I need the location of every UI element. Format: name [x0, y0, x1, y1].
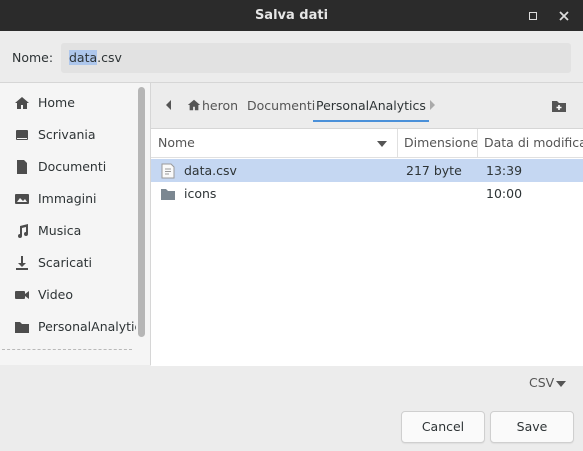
path-bar: heron Documenti PersonalAnalytics: [151, 83, 583, 128]
file-name: icons: [184, 186, 217, 201]
column-header-size[interactable]: Dimensione: [404, 129, 478, 157]
folder-icon: [161, 189, 175, 200]
sidebar-item-documents[interactable]: Documenti: [0, 151, 136, 183]
sidebar-item-label: Immagini: [38, 191, 97, 206]
video-icon: [15, 291, 29, 299]
maximize-icon[interactable]: [526, 9, 540, 23]
breadcrumb-current[interactable]: PersonalAnalytics: [313, 83, 429, 122]
places-sidebar: Home Scrivania Documenti Immagini Musica…: [0, 83, 151, 365]
sidebar-item-music[interactable]: Musica: [0, 215, 136, 247]
image-icon: [15, 194, 29, 204]
folder-icon: [15, 322, 29, 333]
file-name: data.csv: [184, 163, 237, 178]
column-separator: [397, 129, 398, 157]
sidebar-item-label: Home: [38, 95, 75, 110]
breadcrumb-documents[interactable]: Documenti: [247, 83, 315, 128]
sidebar-item-video[interactable]: Video: [0, 279, 136, 311]
home-icon: [187, 99, 201, 111]
save-button[interactable]: Save: [490, 411, 574, 443]
sidebar-item-label: Video: [38, 287, 74, 302]
file-modified: 13:39: [486, 163, 523, 178]
name-row: Nome: data.csv: [0, 31, 583, 83]
sidebar-item-home[interactable]: Home: [0, 87, 136, 119]
column-header-name[interactable]: Nome: [158, 129, 195, 157]
chevron-left-icon[interactable]: [165, 100, 173, 110]
sidebar-item-label: PersonalAnalytics: [38, 319, 136, 334]
home-icon: [15, 97, 29, 109]
file-list-header: Nome Dimensione Data di modifica: [151, 129, 583, 158]
column-separator: [477, 129, 478, 157]
sidebar-item-label: Documenti: [38, 159, 107, 174]
sidebar-item-downloads[interactable]: Scaricati: [0, 247, 136, 279]
window-title: Salva dati: [254, 8, 329, 23]
sidebar-item-desktop[interactable]: Scrivania: [0, 119, 136, 151]
breadcrumb-home[interactable]: heron: [202, 83, 238, 128]
filename-extension-text: .csv: [97, 50, 122, 65]
file-modified: 10:00: [486, 186, 523, 201]
sidebar-scrollbar[interactable]: [138, 87, 145, 337]
file-row-data-csv[interactable]: data.csv 217 byte 13:39: [151, 159, 583, 182]
file-type-filter[interactable]: CSV: [529, 375, 554, 390]
file-size: 217 byte: [406, 163, 462, 178]
sidebar-item-label: Scaricati: [38, 255, 92, 270]
sidebar-item-label: Musica: [38, 223, 82, 238]
filename-selected-text: data: [69, 50, 98, 65]
file-row-icons[interactable]: icons 10:00: [151, 182, 583, 205]
file-list: Nome Dimensione Data di modifica data.cs…: [151, 128, 583, 366]
filename-input[interactable]: data.csv: [61, 43, 571, 73]
chevron-right-icon[interactable]: [428, 100, 436, 110]
music-icon: [18, 224, 28, 238]
text-file-icon: [161, 163, 175, 179]
sidebar-item-label: Scrivania: [38, 127, 96, 142]
sidebar-item-personalanalytics[interactable]: PersonalAnalytics: [0, 311, 136, 343]
name-label: Nome:: [12, 50, 54, 65]
cancel-button[interactable]: Cancel: [401, 411, 485, 443]
close-icon[interactable]: [557, 9, 571, 23]
document-icon: [17, 160, 27, 174]
new-folder-icon[interactable]: [551, 99, 567, 113]
download-icon: [16, 256, 28, 270]
sidebar-item-images[interactable]: Immagini: [0, 183, 136, 215]
sidebar-separator: [2, 349, 132, 350]
title-bar: Salva dati: [0, 0, 583, 31]
desktop-icon: [16, 130, 28, 140]
column-header-modified[interactable]: Data di modifica: [484, 129, 583, 157]
sort-down-icon[interactable]: [377, 141, 387, 147]
chevron-down-icon[interactable]: [556, 381, 566, 387]
